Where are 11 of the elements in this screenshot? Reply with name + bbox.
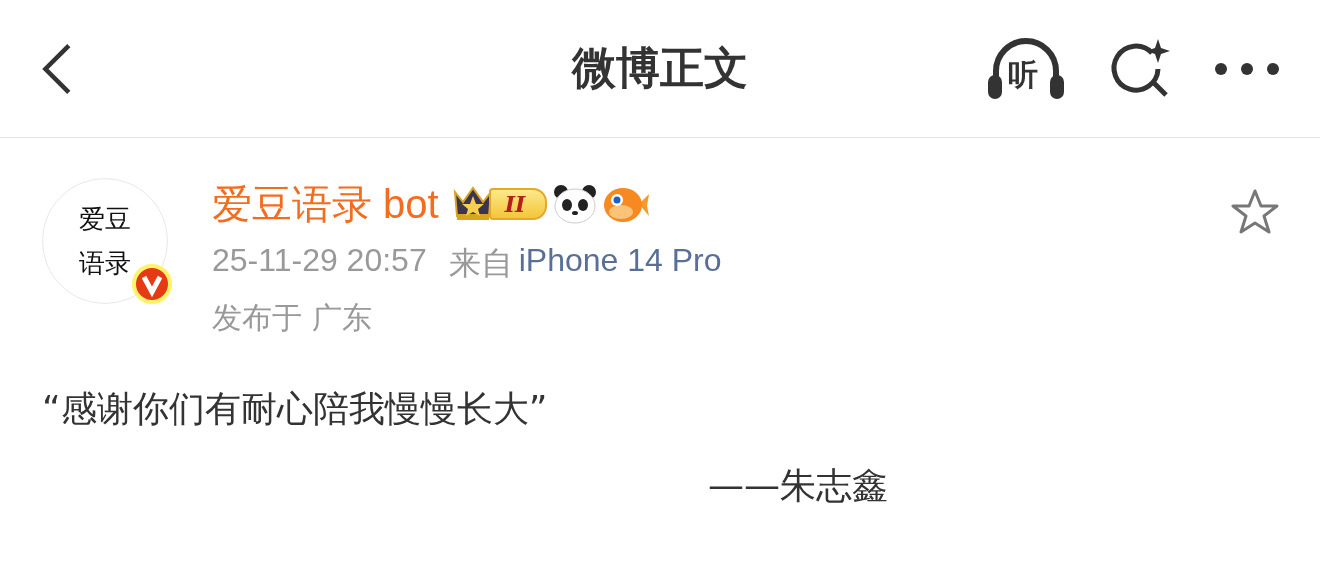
source-label: 来自 — [448, 244, 513, 283]
star-icon[interactable] — [1230, 188, 1280, 236]
post-location: 发布于 广东 — [212, 299, 373, 337]
source-link[interactable]: iPhone 14 Pro — [518, 242, 722, 286]
page-title: 微博正文 — [570, 41, 749, 95]
post-time: 25-11-29 20:57 — [212, 242, 427, 280]
post-text: “感谢你们有耐心陪我慢慢长大” — [42, 387, 549, 431]
more-icon[interactable] — [1214, 61, 1280, 76]
listen-button[interactable]: 听 — [986, 36, 1066, 101]
post-signature: ——朱志鑫 — [707, 464, 889, 508]
panda-icon — [553, 184, 598, 224]
